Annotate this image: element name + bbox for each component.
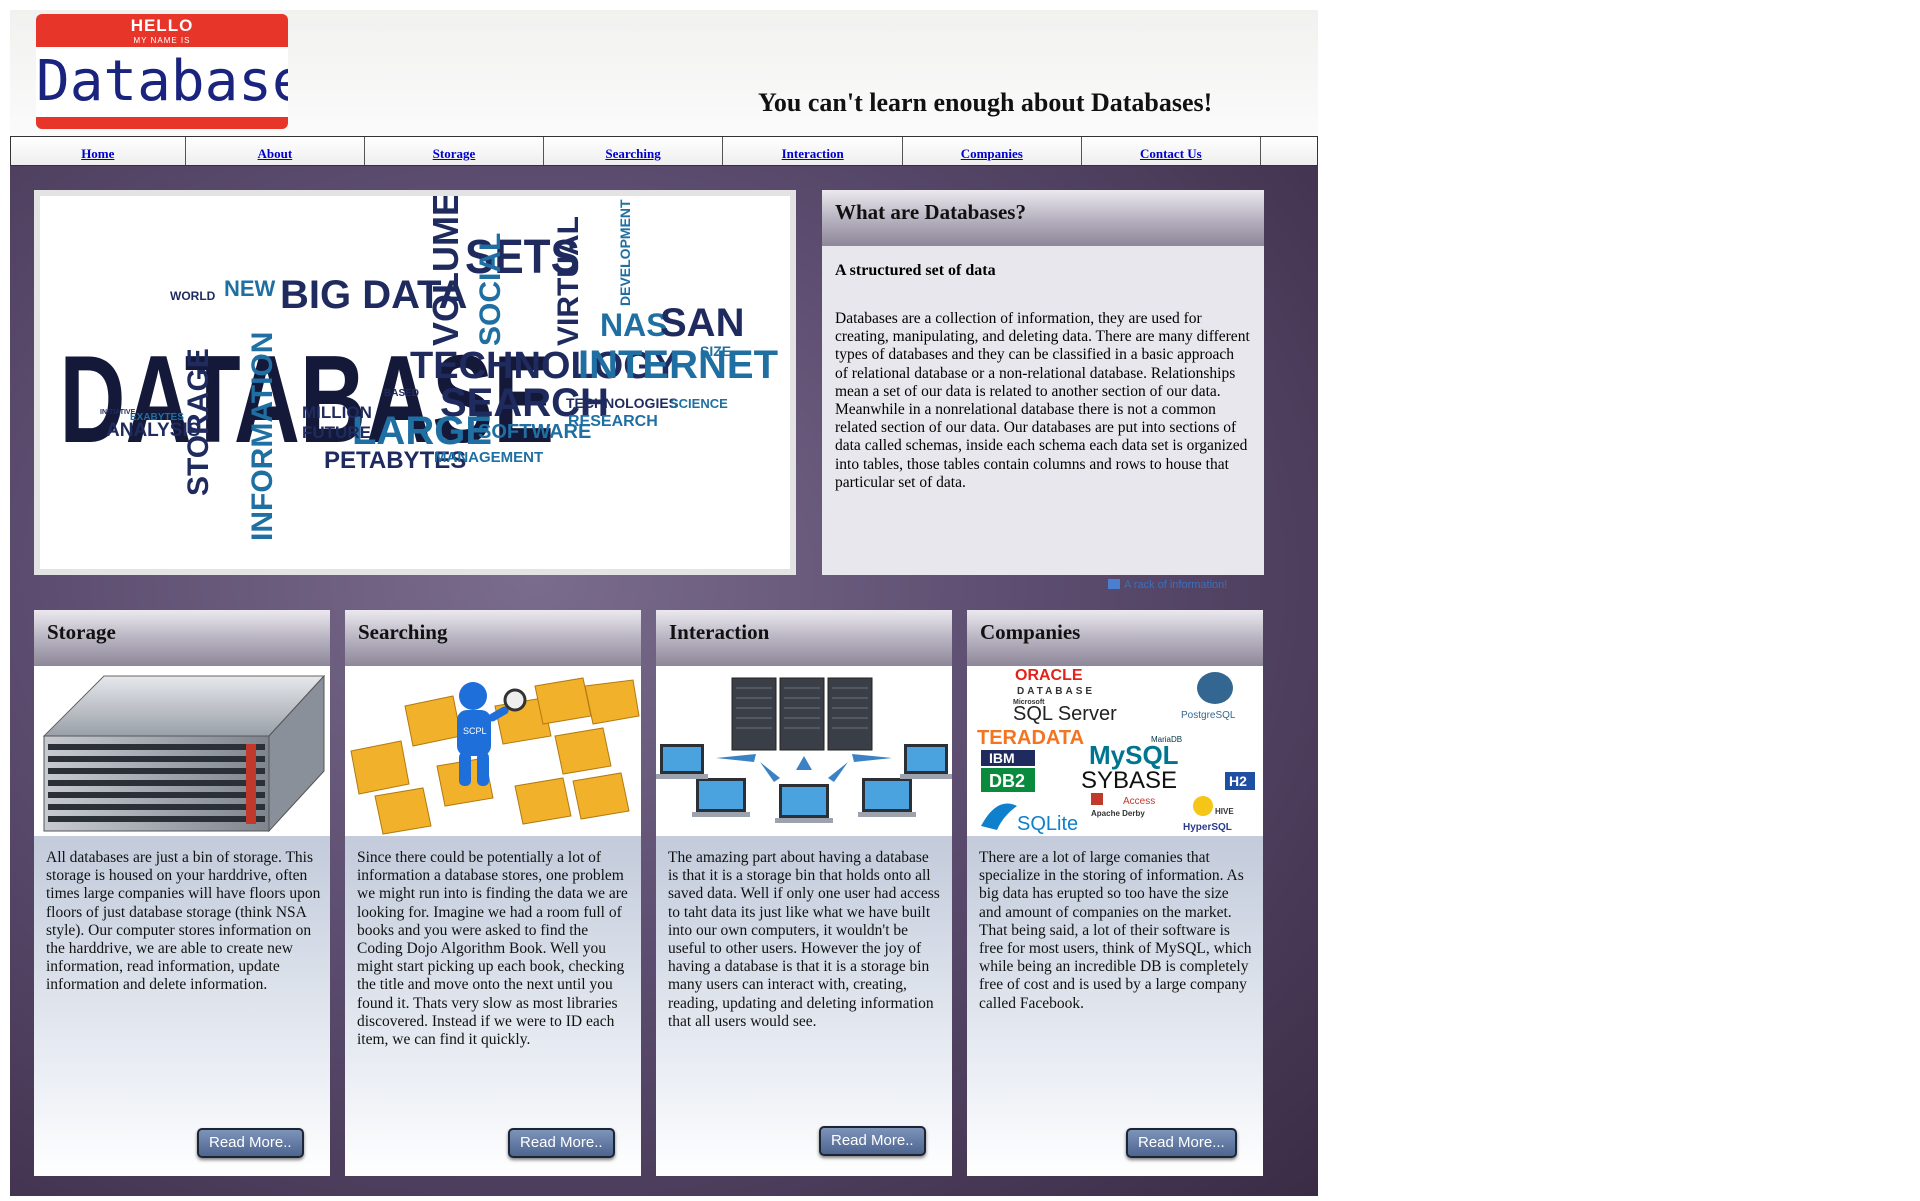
storage-read-more-button[interactable]: Read More.. (197, 1128, 304, 1158)
nav-filler (1261, 137, 1317, 165)
main-nav: Home About Storage Searching Interaction… (10, 136, 1318, 166)
main-content: DATABASE SETS BIG DATA VOLUME SOCIAL VIR… (10, 166, 1318, 1196)
card-companies-title: Companies (967, 610, 1263, 666)
nav-item-contact: Contact Us (1082, 137, 1262, 165)
tagline: You can't learn enough about Databases! (758, 88, 1213, 117)
card-searching-text: Since there could be potentially a lot o… (357, 849, 628, 1049)
network-servers-icon (656, 677, 952, 823)
logo-apache-derby: Apache Derby (1091, 809, 1145, 818)
card-companies-text: There are a lot of large comanies that s… (979, 849, 1252, 1012)
word-science: SCIENCE (670, 396, 728, 411)
logo-sybase: SYBASE (1081, 767, 1177, 794)
what-are-databases-subtitle: A structured set of data (835, 262, 996, 279)
nav-link-searching[interactable]: Searching (605, 140, 660, 162)
nav-item-home: Home (11, 137, 186, 165)
word-storage: STORAGE (182, 348, 215, 496)
word-technologies: TECHNOLOGIES (566, 395, 678, 411)
nav-link-home[interactable]: Home (81, 140, 114, 162)
card-interaction-title: Interaction (656, 610, 952, 666)
database-word-cloud: DATABASE SETS BIG DATA VOLUME SOCIAL VIR… (40, 196, 790, 569)
figure-label: SCPL (463, 726, 487, 736)
card-storage: Storage All databases are just a bin of … (34, 610, 330, 1176)
header: HELLO MY NAME IS Database You can't lear… (10, 10, 1318, 136)
card-companies: Companies ORACLE DATABASE Microsoft SQL … (967, 610, 1263, 1176)
word-size: SIZE (700, 343, 731, 359)
nav-link-interaction[interactable]: Interaction (782, 140, 844, 162)
logo-hello: HELLO (130, 16, 194, 35)
logo-h2: H2 (1229, 773, 1247, 789)
word-new: NEW (224, 276, 276, 301)
hero-image: DATABASE SETS BIG DATA VOLUME SOCIAL VIR… (34, 190, 796, 575)
word-information: INFORMATION (246, 332, 279, 541)
server-rack-image (34, 666, 330, 836)
logo-name: Database (36, 49, 288, 114)
word-cloud-graphic: DATABASE SETS BIG DATA VOLUME SOCIAL VIR… (59, 196, 778, 541)
page: HELLO MY NAME IS Database You can't lear… (10, 10, 1318, 1196)
search-folders-image: SCPL (345, 666, 641, 836)
word-virtual: VIRTUAL (552, 216, 585, 346)
nav-link-about[interactable]: About (258, 140, 293, 162)
what-are-databases-panel: What are Databases? A structured set of … (822, 190, 1264, 575)
logo-hypersql: HyperSQL (1183, 822, 1232, 833)
word-world: WORLD (170, 289, 216, 303)
logo-oracle-database: DATABASE (1017, 686, 1095, 697)
image-credit-text: A rack of information! (1124, 579, 1228, 591)
logo-sqlite: SQLite (1017, 813, 1078, 835)
card-interaction: Interaction The amazing part about havin… (656, 610, 952, 1176)
word-nas: NAS (600, 307, 668, 343)
nav-link-storage[interactable]: Storage (433, 140, 476, 162)
nav-link-companies[interactable]: Companies (961, 140, 1023, 162)
image-icon (1108, 579, 1120, 589)
logo-access: Access (1123, 796, 1155, 807)
what-are-databases-title: What are Databases? (822, 190, 1264, 246)
logo-my-name-is: MY NAME IS (133, 36, 191, 45)
nav-item-about: About (186, 137, 366, 165)
word-development: DEVELOPMENT (617, 199, 633, 306)
company-logos-icon: ORACLE DATABASE Microsoft SQL Server Pos… (977, 667, 1255, 835)
word-research: RESEARCH (568, 413, 658, 430)
what-are-databases-body: Databases are a collection of informatio… (835, 310, 1250, 491)
word-future: FUTURE (302, 423, 371, 442)
logo-db2: DB2 (989, 771, 1025, 791)
word-based: BASED (384, 388, 419, 399)
site-logo[interactable]: HELLO MY NAME IS Database (36, 14, 288, 129)
card-searching-title: Searching (345, 610, 641, 666)
image-credit-link[interactable]: A rack of information! (1108, 579, 1227, 591)
logo-oracle: ORACLE (1015, 667, 1083, 684)
nav-item-interaction: Interaction (723, 137, 903, 165)
logo-postgresql: PostgreSQL (1181, 710, 1236, 721)
word-million: MILLION (302, 403, 372, 422)
logo-mysql: MySQL (1089, 740, 1179, 770)
searching-read-more-button[interactable]: Read More.. (508, 1128, 615, 1158)
nav-link-contact[interactable]: Contact Us (1140, 140, 1202, 162)
companies-read-more-button[interactable]: Read More... (1126, 1128, 1237, 1158)
word-social: SOCIAL (474, 233, 507, 346)
network-image (656, 666, 952, 836)
word-management: MANAGEMENT (434, 449, 543, 466)
card-searching: Searching SCPL Since there could be pote… (345, 610, 641, 1176)
card-interaction-text: The amazing part about having a database… (668, 849, 940, 1030)
card-storage-text: All databases are just a bin of storage.… (46, 849, 321, 994)
nav-item-storage: Storage (365, 137, 544, 165)
nav-item-companies: Companies (903, 137, 1082, 165)
interaction-read-more-button[interactable]: Read More.. (819, 1126, 926, 1156)
word-initiative: INITIATIVE (100, 409, 136, 416)
word-exabytes: EXABYTES (130, 412, 184, 423)
word-volume: VOLUME (425, 196, 466, 346)
word-san: SAN (660, 301, 744, 345)
database-logos-image: ORACLE DATABASE Microsoft SQL Server Pos… (967, 666, 1263, 836)
nav-item-searching: Searching (544, 137, 724, 165)
logo-hive: HIVE (1215, 807, 1234, 816)
server-icon (42, 674, 326, 833)
logo-teradata: TERADATA (977, 727, 1084, 749)
logo-ibm: IBM (989, 750, 1015, 766)
folders-search-icon: SCPL (350, 677, 640, 835)
card-storage-title: Storage (34, 610, 330, 666)
logo-sql-server: SQL Server (1013, 703, 1117, 725)
